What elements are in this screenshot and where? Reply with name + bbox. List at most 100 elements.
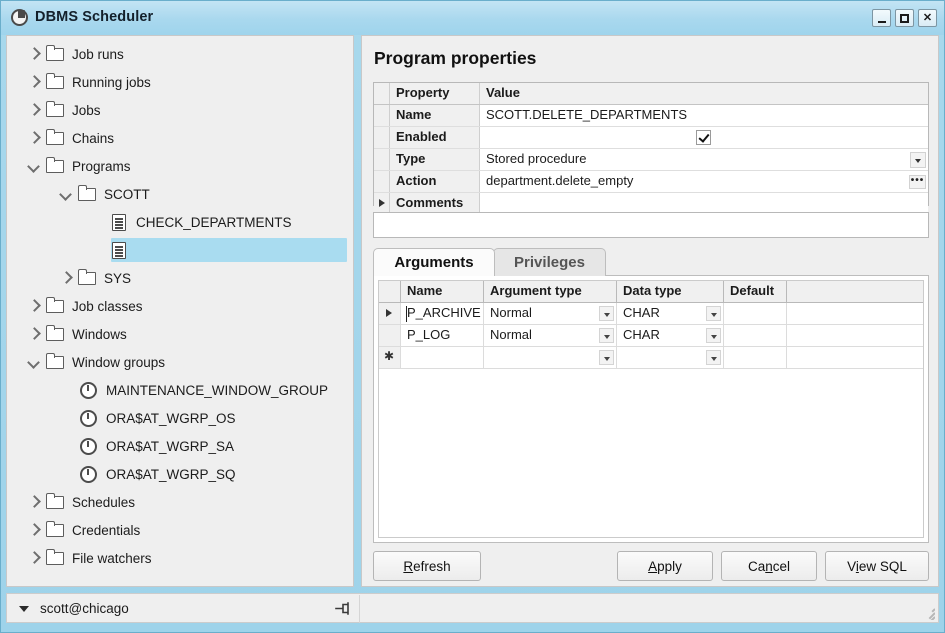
row-indicator (379, 325, 401, 346)
scheduler-tree-panel[interactable]: Job runs Running jobs Jobs Chains Programs SC… (6, 35, 354, 587)
default-cell[interactable] (724, 303, 787, 324)
property-value-cell[interactable] (480, 127, 928, 148)
property-value: SCOTT.DELETE_DEPARTMENTS (486, 107, 688, 122)
chevron-right-icon[interactable] (57, 264, 77, 292)
chevron-down-icon[interactable] (599, 350, 614, 365)
status-bar: scott@chicago (6, 593, 939, 623)
tab-strip[interactable]: Arguments Privileges (373, 248, 929, 276)
text-cursor (406, 306, 407, 322)
chevron-down-icon[interactable] (599, 306, 614, 321)
clock-icon (77, 376, 101, 404)
data-type-cell[interactable] (617, 347, 724, 368)
cancel-button[interactable]: Cancel (721, 551, 817, 581)
ellipsis-button[interactable]: ••• (909, 175, 926, 189)
refresh-button[interactable]: Refresh (373, 551, 481, 581)
properties-row[interactable]: Name SCOTT.DELETE_DEPARTMENTS (374, 105, 928, 127)
data-type-cell[interactable]: CHAR (617, 303, 724, 324)
pin-icon[interactable] (332, 600, 352, 618)
apply-button[interactable]: Apply (617, 551, 713, 581)
argument-type-cell[interactable] (484, 347, 617, 368)
chevron-down-icon[interactable] (57, 180, 77, 208)
argument-type: Normal (490, 305, 532, 320)
argument-name-cell[interactable]: P_LOG (401, 325, 484, 346)
arguments-row[interactable]: P_ARCHIVE Normal CHAR (379, 303, 923, 325)
property-name: Enabled (390, 127, 480, 148)
properties-grid[interactable]: Property Value Name SCOTT.DELETE_DEPARTMENT… (373, 82, 929, 215)
tree-item[interactable]: SCOTT (7, 180, 353, 208)
scheduler-tree[interactable]: Job runs Running jobs Jobs Chains Programs SC… (7, 40, 353, 572)
maximize-button[interactable] (895, 9, 914, 27)
chevron-down-icon[interactable] (25, 152, 45, 180)
application-window: DBMS Scheduler ✕ Job runs Running jobs Job… (0, 0, 945, 633)
arguments-grid[interactable]: Name Argument type Data type Default P_ARCHI… (378, 280, 924, 538)
folder-icon (45, 488, 67, 516)
property-value-cell[interactable]: department.delete_empty ••• (480, 171, 928, 192)
default-cell[interactable] (724, 347, 787, 368)
chevron-right-icon[interactable] (25, 516, 45, 544)
tree-item[interactable]: ORA$AT_WGRP_SQ (7, 460, 353, 488)
close-button[interactable]: ✕ (918, 9, 937, 27)
tree-item[interactable]: Window groups (7, 348, 353, 376)
chevron-down-icon[interactable] (599, 328, 614, 343)
properties-row[interactable]: Action department.delete_empty ••• (374, 171, 928, 193)
resize-grip[interactable] (921, 606, 935, 620)
tree-item[interactable]: Running jobs (7, 68, 353, 96)
chevron-right-icon[interactable] (25, 320, 45, 348)
arguments-row[interactable] (379, 347, 923, 369)
tab-privileges[interactable]: Privileges (493, 248, 606, 276)
button-label: Cancel (747, 558, 791, 574)
arguments-row[interactable]: P_LOG Normal CHAR (379, 325, 923, 347)
enabled-checkbox[interactable] (696, 130, 711, 145)
chevron-right-icon[interactable] (25, 488, 45, 516)
chevron-down-icon[interactable] (706, 328, 721, 343)
tree-item[interactable]: File watchers (7, 544, 353, 572)
property-value-cell[interactable]: SCOTT.DELETE_DEPARTMENTS (480, 105, 928, 126)
property-value-cell[interactable]: Stored procedure (480, 149, 928, 170)
column-header-value: Value (480, 83, 928, 104)
chevron-right-icon[interactable] (25, 40, 45, 68)
argument-name-cell[interactable]: P_ARCHIVE (401, 303, 484, 324)
minimize-button[interactable] (872, 9, 891, 27)
argument-type: Normal (490, 327, 532, 342)
argument-name-cell[interactable] (401, 347, 484, 368)
properties-row[interactable]: Type Stored procedure (374, 149, 928, 171)
tree-item[interactable]: Jobs (7, 96, 353, 124)
chevron-right-icon[interactable] (25, 96, 45, 124)
current-row-icon (379, 303, 401, 324)
tree-item[interactable]: Chains (7, 124, 353, 152)
chevron-down-icon[interactable] (25, 348, 45, 376)
tree-item[interactable]: ORA$AT_WGRP_OS (7, 404, 353, 432)
tree-item[interactable]: Job runs (7, 40, 353, 68)
chevron-right-icon[interactable] (25, 124, 45, 152)
tree-item[interactable]: CHECK_DEPARTMENTS (7, 208, 353, 236)
data-type-cell[interactable]: CHAR (617, 325, 724, 346)
chevron-right-icon[interactable] (25, 292, 45, 320)
property-name: Type (390, 149, 480, 170)
argument-type-cell[interactable]: Normal (484, 325, 617, 346)
tree-item-label: Programs (72, 158, 131, 174)
tree-item[interactable]: DELETE_DEPARTMENTS (7, 236, 353, 264)
tree-item[interactable]: Job classes (7, 292, 353, 320)
tree-item[interactable]: SYS (7, 264, 353, 292)
chevron-down-icon[interactable] (19, 606, 29, 612)
properties-row[interactable]: Enabled (374, 127, 928, 149)
tree-item[interactable]: Programs (7, 152, 353, 180)
column-header: Data type (617, 281, 724, 302)
tab-arguments[interactable]: Arguments (373, 248, 495, 276)
argument-type-cell[interactable]: Normal (484, 303, 617, 324)
view-sql-button[interactable]: View SQL (825, 551, 929, 581)
tree-item[interactable]: Schedules (7, 488, 353, 516)
chevron-right-icon[interactable] (25, 68, 45, 96)
chevron-right-icon[interactable] (25, 544, 45, 572)
button-row: Refresh Apply Cancel View SQL (373, 551, 929, 581)
tree-item[interactable]: MAINTENANCE_WINDOW_GROUP (7, 376, 353, 404)
row-indicator (374, 149, 390, 170)
tree-item[interactable]: ORA$AT_WGRP_SA (7, 432, 353, 460)
default-cell[interactable] (724, 325, 787, 346)
chevron-down-icon[interactable] (706, 306, 721, 321)
tree-item[interactable]: Credentials (7, 516, 353, 544)
chevron-down-icon[interactable] (706, 350, 721, 365)
tree-item[interactable]: Windows (7, 320, 353, 348)
chevron-down-icon[interactable] (910, 152, 926, 168)
